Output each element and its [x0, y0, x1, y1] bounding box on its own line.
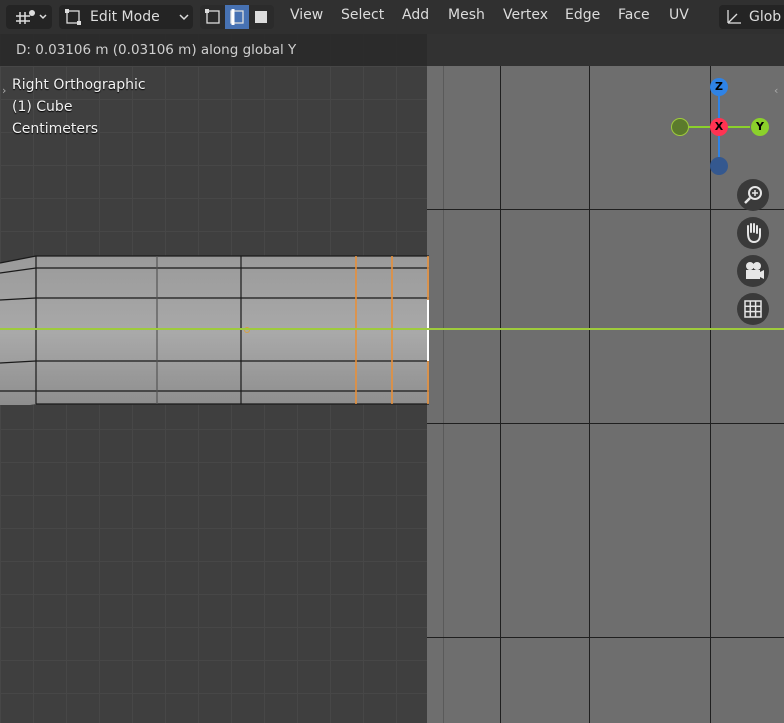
viewport-header: Edit Mode View Select Add Mesh Vertex Ed… [0, 0, 784, 34]
transform-pivot-button[interactable] [6, 5, 52, 29]
vertex-select-icon[interactable] [201, 5, 225, 29]
menu-view[interactable]: View [290, 7, 323, 23]
mesh-face [0, 256, 429, 405]
transform-readout: D: 0.03106 m (0.03106 m) along global Y [16, 42, 297, 58]
menu-add[interactable]: Add [402, 7, 429, 23]
gizmo-neg-z-button[interactable] [710, 157, 728, 175]
grid-line [427, 637, 784, 638]
grid-line [427, 423, 784, 424]
select-mode-group [200, 5, 274, 29]
chevron-right-icon[interactable]: › [2, 84, 6, 97]
chevron-left-icon[interactable]: ‹ [774, 84, 778, 97]
menu-mesh[interactable]: Mesh [448, 7, 485, 23]
gizmo-y-button[interactable]: Y [751, 118, 769, 136]
grid-line [589, 66, 590, 723]
edge-select-icon[interactable] [225, 5, 249, 29]
gizmo-neg-y-button[interactable] [671, 118, 689, 136]
gizmo-z-button[interactable]: Z [710, 78, 728, 96]
menu-select[interactable]: Select [341, 7, 384, 23]
grid-line [500, 66, 501, 723]
menu-edge[interactable]: Edge [565, 7, 600, 23]
viewport-grid-light [427, 0, 784, 723]
edit-mode-icon [65, 9, 81, 25]
mode-label: Edit Mode [90, 9, 160, 25]
zoom-icon[interactable] [737, 179, 769, 211]
operator-status-bar: D: 0.03106 m (0.03106 m) along global Y [0, 34, 784, 66]
chevron-down-icon [179, 14, 189, 21]
mesh-object[interactable] [0, 255, 429, 405]
grid-icon[interactable] [737, 293, 769, 325]
grid-line [443, 66, 444, 723]
grid-line [427, 209, 784, 210]
mode-selector[interactable]: Edit Mode [59, 5, 193, 29]
y-axis-line [0, 328, 784, 330]
face-select-icon[interactable] [249, 5, 273, 29]
camera-icon[interactable] [737, 255, 769, 287]
gizmo-x-button[interactable]: X [710, 118, 728, 136]
unit-label: Centimeters [12, 121, 99, 137]
orientation-icon [727, 10, 741, 24]
view-name: Right Orthographic [12, 77, 146, 93]
transform-orientation-selector[interactable]: Glob [719, 5, 784, 29]
menu-vertex[interactable]: Vertex [503, 7, 548, 23]
object-name: (1) Cube [12, 99, 73, 115]
menu-face[interactable]: Face [618, 7, 650, 23]
3d-viewport[interactable]: Right Orthographic (1) Cube Centimeters … [0, 0, 784, 723]
menu-uv[interactable]: UV [669, 7, 689, 23]
orientation-label: Glob [749, 9, 782, 25]
hand-pan-icon[interactable] [737, 217, 769, 249]
